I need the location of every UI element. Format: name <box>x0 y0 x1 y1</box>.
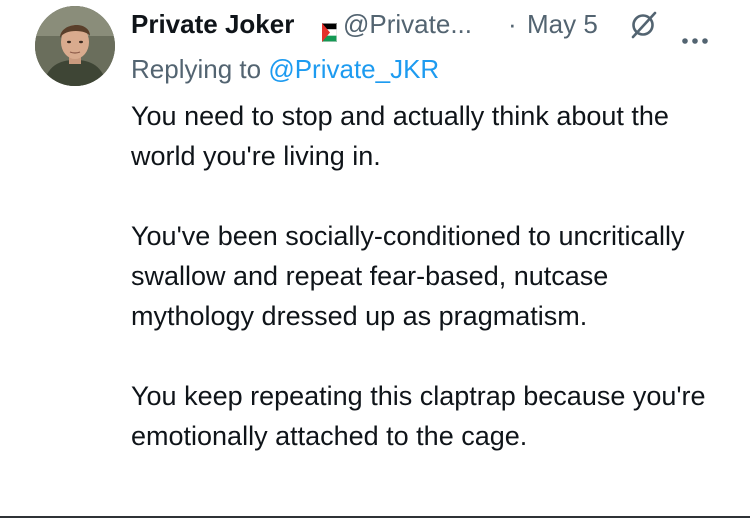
display-name[interactable]: Private Joker <box>131 6 294 42</box>
replying-to-label: Replying to <box>131 54 262 84</box>
tweet-paragraph: You've been socially-conditioned to uncr… <box>131 221 685 331</box>
avatar[interactable] <box>35 6 115 86</box>
tweet[interactable]: Private Joker @Private... · May 5 Replyi… <box>0 0 750 518</box>
grok-icon[interactable] <box>628 10 658 40</box>
replying-to: Replying to @Private_JKR <box>131 52 439 86</box>
tweet-paragraph: You keep repeating this claptrap because… <box>131 381 706 451</box>
tweet-paragraph: You need to stop and actually think abou… <box>131 101 669 171</box>
replying-to-link[interactable]: @Private_JKR <box>268 54 439 84</box>
separator-dot: · <box>508 9 517 39</box>
palestine-flag-icon <box>322 15 337 42</box>
tweet-text: You need to stop and actually think abou… <box>131 96 721 456</box>
more-options-icon[interactable] <box>680 19 710 44</box>
author-handle[interactable]: @Private... <box>343 6 472 42</box>
tweet-date[interactable]: May 5 <box>527 6 598 42</box>
tweet-header: Private Joker @Private... · May 5 <box>131 6 731 44</box>
